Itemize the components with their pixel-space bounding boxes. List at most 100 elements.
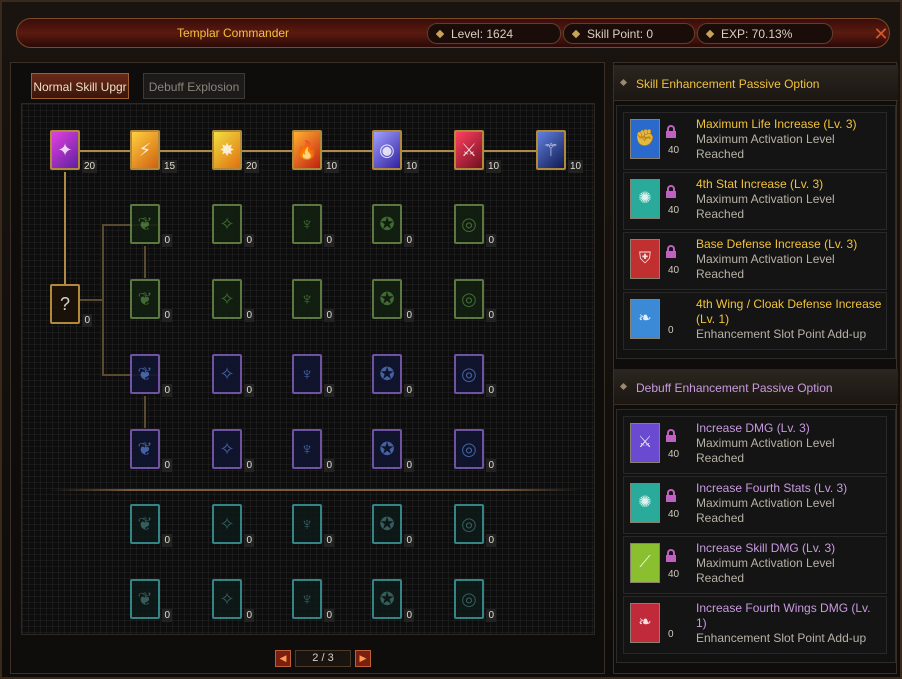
skill-slot-locked[interactable]: ♆ [292,204,322,244]
option-name: Increase Skill DMG (Lv. 3) [696,541,836,555]
skill-rune-icon: ✧ [219,589,235,609]
skill-rune-icon: ♆ [300,589,314,609]
skill-slot-top[interactable]: ⚔ [454,130,484,170]
option-level: 40 [668,569,680,580]
tab-debuff-explosion[interactable]: Debuff Explosion [143,73,245,99]
level-text: Level: 1624 [451,27,514,41]
skill-level: 0 [162,534,172,547]
lightning-icon: ⚡ [138,140,152,160]
skill-rune-icon: ❦ [137,514,153,534]
skill-slot-top[interactable]: ✦ [50,130,80,170]
close-icon: ✕ [873,24,889,44]
skill-rune-icon: ❦ [137,364,153,384]
skill-slot-locked[interactable]: ♆ [292,429,322,469]
skill-level: 0 [324,234,334,247]
skill-slot-locked[interactable]: ✪ [372,504,402,544]
exp-text: EXP: 70.13% [721,27,793,41]
skill-level: 0 [162,384,172,397]
skill-slot-top[interactable]: ✸ [212,130,242,170]
passive-option[interactable]: ✺ 40 4th Stat Increase (Lv. 3) Maximum Acti… [623,172,887,230]
skill-level: 0 [324,309,334,322]
wing-icon: ❧ [638,310,652,327]
skill-level: 0 [162,309,172,322]
skill-rune-icon: ♆ [300,289,314,309]
skill-rune-icon: ❦ [137,214,153,234]
skill-slot-locked[interactable]: ♆ [292,579,322,619]
passive-option[interactable]: ❧ 0 4th Wing / Cloak Defense Increase (Lv.… [623,292,887,350]
skill-rune-icon: ♆ [300,514,314,534]
skill-slot-locked[interactable]: ❦ [130,279,160,319]
skill-slot-locked[interactable]: ❦ [130,579,160,619]
skill-slot-locked[interactable]: ◎ [454,504,484,544]
debuff-enhancement-list: ⚔ 40 Increase DMG (Lv. 3) Maximum Activatio… [616,409,896,663]
skill-slot-locked[interactable]: ◎ [454,354,484,394]
skill-slot-locked[interactable]: ❦ [130,504,160,544]
skill-slot-top[interactable]: ⚚ [536,130,566,170]
skill-level: 10 [324,160,340,173]
option-level: 40 [668,449,680,460]
skill-slot-unknown[interactable]: ? [50,284,80,324]
skill-slot-locked[interactable]: ✧ [212,579,242,619]
shield-icon: ⛨ [638,250,651,267]
skill-slot-locked[interactable]: ◎ [454,579,484,619]
tab-normal-skill-upgrade[interactable]: Normal Skill Upgr [31,73,129,99]
lock-icon [666,185,676,198]
skill-slot-locked[interactable]: ✧ [212,279,242,319]
skill-level: 0 [486,384,496,397]
lock-icon [666,429,676,442]
skill-level: 0 [244,534,254,547]
option-description: Maximum Activation Level Reached [696,556,835,585]
passive-option[interactable]: ⚔ 40 Increase DMG (Lv. 3) Maximum Activatio… [623,416,887,474]
skill-level: 0 [244,234,254,247]
skill-slot-locked[interactable]: ✪ [372,354,402,394]
skill-slot-locked[interactable]: ◎ [454,279,484,319]
skill-slot-locked[interactable]: ✪ [372,579,402,619]
close-button[interactable]: ✕ [870,23,892,45]
skill-slot-locked[interactable]: ✧ [212,429,242,469]
option-description: Enhancement Slot Point Add-up [696,631,867,645]
option-icon-frame: ⛨ [630,239,660,279]
skill-slot-locked[interactable]: ✪ [372,429,402,469]
skill-slot-top[interactable]: 🔥 [292,130,322,170]
skill-slot-locked[interactable]: ✧ [212,354,242,394]
connector-line [144,396,146,428]
skill-slot-locked[interactable]: ◎ [454,429,484,469]
skill-slot-locked[interactable]: ✧ [212,504,242,544]
staff-icon: ⚚ [542,140,560,160]
passive-option[interactable]: ❧ 0 Increase Fourth Wings DMG (Lv. 1) Enhan… [623,596,887,654]
connector-line [144,246,146,278]
passive-option[interactable]: ✊ 40 Maximum Life Increase (Lv. 3) Maximum … [623,112,887,170]
diamond-icon [435,29,445,39]
skill-level: 15 [162,160,178,173]
next-page-button[interactable]: ▶ [355,650,371,667]
passive-option[interactable]: ⛨ 40 Base Defense Increase (Lv. 3) Maximum … [623,232,887,290]
explosion-icon: ✸ [219,140,235,160]
skill-slot-locked[interactable]: ♆ [292,279,322,319]
connector-line [80,299,102,301]
passive-option[interactable]: ✺ 40 Increase Fourth Stats (Lv. 3) Maximum … [623,476,887,534]
skill-slot-locked[interactable]: ❦ [130,354,160,394]
skill-slot-top[interactable]: ◉ [372,130,402,170]
option-icon-frame: ✺ [630,483,660,523]
skill-slot-locked[interactable]: ♆ [292,354,322,394]
skill-slot-top[interactable]: ⚡ [130,130,160,170]
passive-option[interactable]: ⟋ 40 Increase Skill DMG (Lv. 3) Maximum Act… [623,536,887,594]
skill-level: 0 [486,309,496,322]
skill-slot-locked[interactable]: ❦ [130,204,160,244]
skill-rune-icon: ◎ [461,364,477,384]
skill-slot-locked[interactable]: ♆ [292,504,322,544]
skill-slot-locked[interactable]: ❦ [130,429,160,469]
option-name: 4th Wing / Cloak Defense Increase (Lv. 1… [696,297,882,326]
connector-line [102,224,104,376]
skill-slot-locked[interactable]: ◎ [454,204,484,244]
skill-slot-locked[interactable]: ✪ [372,279,402,319]
skill-slot-locked[interactable]: ✪ [372,204,402,244]
skill-level: 0 [324,609,334,622]
skill-slot-locked[interactable]: ✧ [212,204,242,244]
stat-icon: ✺ [638,190,652,207]
skill-tree-panel: Normal Skill Upgr Debuff Explosion ✦ 20 ⚡ 1… [10,62,605,674]
skill-rune-icon: ❦ [137,589,153,609]
prev-page-button[interactable]: ◀ [275,650,291,667]
skill-level: 10 [568,160,584,173]
skill-level: 0 [162,234,172,247]
